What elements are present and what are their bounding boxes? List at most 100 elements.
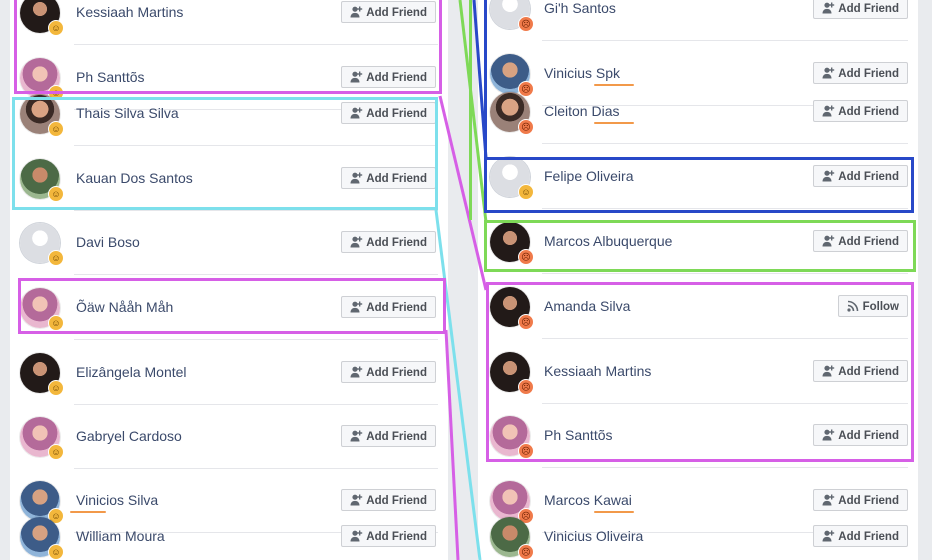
person-name-link[interactable]: Õäw Nååh Måh — [76, 299, 173, 315]
rss-icon — [846, 300, 858, 312]
person-name-link[interactable]: Felipe Oliveira — [544, 168, 633, 184]
reaction-emoji-icon: ☹ — [518, 119, 534, 135]
person-name-link[interactable]: Davi Boso — [76, 234, 140, 250]
person-name-link[interactable]: Cleiton Dias — [544, 103, 619, 119]
person-plus-icon — [350, 71, 363, 83]
button-label: Add Friend — [366, 108, 427, 120]
reaction-emoji-icon: ☹ — [518, 249, 534, 265]
list-item: ☺ Thais Silva Silva Add Friend — [10, 83, 448, 143]
reaction-emoji-icon: ☺ — [48, 250, 64, 266]
button-label: Add Friend — [366, 367, 427, 379]
person-plus-icon — [350, 494, 363, 506]
list-item: ☺ Davi Boso Add Friend — [10, 212, 448, 272]
person-name-link[interactable]: Gi'h Santos — [544, 0, 616, 16]
list-item: ☹ Cleiton Dias Add Friend — [478, 81, 918, 141]
list-item: ☺ Õäw Nååh Måh Add Friend — [10, 277, 448, 337]
reaction-emoji-icon: ☹ — [518, 443, 534, 459]
person-plus-icon — [822, 67, 835, 79]
reaction-emoji-icon: ☺ — [48, 315, 64, 331]
row-divider — [542, 403, 908, 404]
person-plus-icon — [822, 429, 835, 441]
reaction-emoji-icon: ☺ — [48, 544, 64, 560]
person-plus-icon — [822, 105, 835, 117]
add-friend-button[interactable]: Add Friend — [341, 425, 436, 447]
add-friend-button[interactable]: Add Friend — [813, 0, 908, 19]
add-friend-button[interactable]: Add Friend — [813, 165, 908, 187]
button-label: Add Friend — [838, 531, 899, 543]
reaction-emoji-icon: ☺ — [518, 184, 534, 200]
person-plus-icon — [350, 366, 363, 378]
list-item: ☺ Elizângela Montel Add Friend — [10, 342, 448, 402]
add-friend-button[interactable]: Add Friend — [341, 231, 436, 253]
follow-button[interactable]: Follow — [837, 295, 908, 317]
row-divider — [74, 210, 438, 211]
add-friend-button[interactable]: Add Friend — [341, 525, 436, 547]
row-divider — [542, 40, 908, 41]
row-divider — [74, 274, 438, 275]
person-name-link[interactable]: Gabryel Cardoso — [76, 428, 182, 444]
person-plus-icon — [822, 530, 835, 542]
reaction-emoji-icon: ☺ — [48, 380, 64, 396]
button-label: Add Friend — [366, 173, 427, 185]
add-friend-button[interactable]: Add Friend — [813, 230, 908, 252]
person-plus-icon — [350, 107, 363, 119]
list-item: ☺ William Moura Add Friend — [10, 506, 448, 560]
person-plus-icon — [822, 170, 835, 182]
person-name-link[interactable]: Vinicius Oliveira — [544, 528, 643, 544]
add-friend-button[interactable]: Add Friend — [341, 361, 436, 383]
button-label: Follow — [862, 301, 899, 313]
person-plus-icon — [822, 365, 835, 377]
button-label: Add Friend — [366, 431, 427, 443]
person-name-link[interactable]: Elizângela Montel — [76, 364, 187, 380]
button-label: Add Friend — [838, 68, 899, 80]
button-label: Add Friend — [838, 366, 899, 378]
list-item: ☹ Kessiaah Martins Add Friend — [478, 341, 918, 401]
person-name-link[interactable]: Vinicius Spk — [544, 65, 620, 81]
button-label: Add Friend — [838, 171, 899, 183]
row-divider — [542, 273, 908, 274]
row-divider — [542, 338, 908, 339]
add-friend-button[interactable]: Add Friend — [341, 102, 436, 124]
row-divider — [542, 143, 908, 144]
add-friend-button[interactable]: Add Friend — [813, 424, 908, 446]
person-name-link[interactable]: William Moura — [76, 528, 165, 544]
reaction-emoji-icon: ☹ — [518, 379, 534, 395]
list-item: ☺ Kauan Dos Santos Add Friend — [10, 148, 448, 208]
reaction-emoji-icon: ☹ — [518, 16, 534, 32]
person-plus-icon — [350, 172, 363, 184]
add-friend-button[interactable]: Add Friend — [813, 360, 908, 382]
list-item: ☹ Marcos Albuquerque Add Friend — [478, 211, 918, 271]
add-friend-button[interactable]: Add Friend — [341, 1, 436, 23]
list-item: ☺ Felipe Oliveira Add Friend — [478, 146, 918, 206]
reaction-emoji-icon: ☺ — [48, 121, 64, 137]
green-vertical-line — [469, 0, 472, 220]
row-divider — [542, 467, 908, 468]
person-plus-icon — [350, 430, 363, 442]
person-name-link[interactable]: Ph Santtõs — [544, 427, 613, 443]
list-item: ☹ Ph Santtõs Add Friend — [478, 405, 918, 465]
name-underline-mark — [594, 122, 634, 124]
button-label: Add Friend — [838, 106, 899, 118]
left-suggestions-list: ☺ Kessiaah Martins Add Friend ☺ Ph Santtõs Ad… — [10, 0, 448, 560]
person-name-link[interactable]: Kessiaah Martins — [76, 4, 183, 20]
reaction-emoji-icon: ☹ — [518, 544, 534, 560]
add-friend-button[interactable]: Add Friend — [813, 525, 908, 547]
person-plus-icon — [822, 2, 835, 14]
row-divider — [74, 404, 438, 405]
button-label: Add Friend — [366, 237, 427, 249]
person-name-link[interactable]: Amanda Silva — [544, 298, 630, 314]
list-item: ☹ Gi'h Santos Add Friend — [478, 0, 918, 38]
row-divider — [74, 468, 438, 469]
person-name-link[interactable]: Kauan Dos Santos — [76, 170, 193, 186]
reaction-emoji-icon: ☺ — [48, 186, 64, 202]
list-item: ☹ Vinicius Oliveira Add Friend — [478, 506, 918, 560]
list-item: ☺ Kessiaah Martins Add Friend — [10, 0, 448, 42]
person-name-link[interactable]: Marcos Albuquerque — [544, 233, 672, 249]
add-friend-button[interactable]: Add Friend — [813, 100, 908, 122]
add-friend-button[interactable]: Add Friend — [341, 296, 436, 318]
add-friend-button[interactable]: Add Friend — [341, 167, 436, 189]
person-name-link[interactable]: Kessiaah Martins — [544, 363, 651, 379]
person-name-link[interactable]: Thais Silva Silva — [76, 105, 179, 121]
right-suggestions-list: ☹ Gi'h Santos Add Friend ☹ Vinicius Spk Add F… — [478, 0, 918, 560]
button-label: Add Friend — [366, 7, 427, 19]
